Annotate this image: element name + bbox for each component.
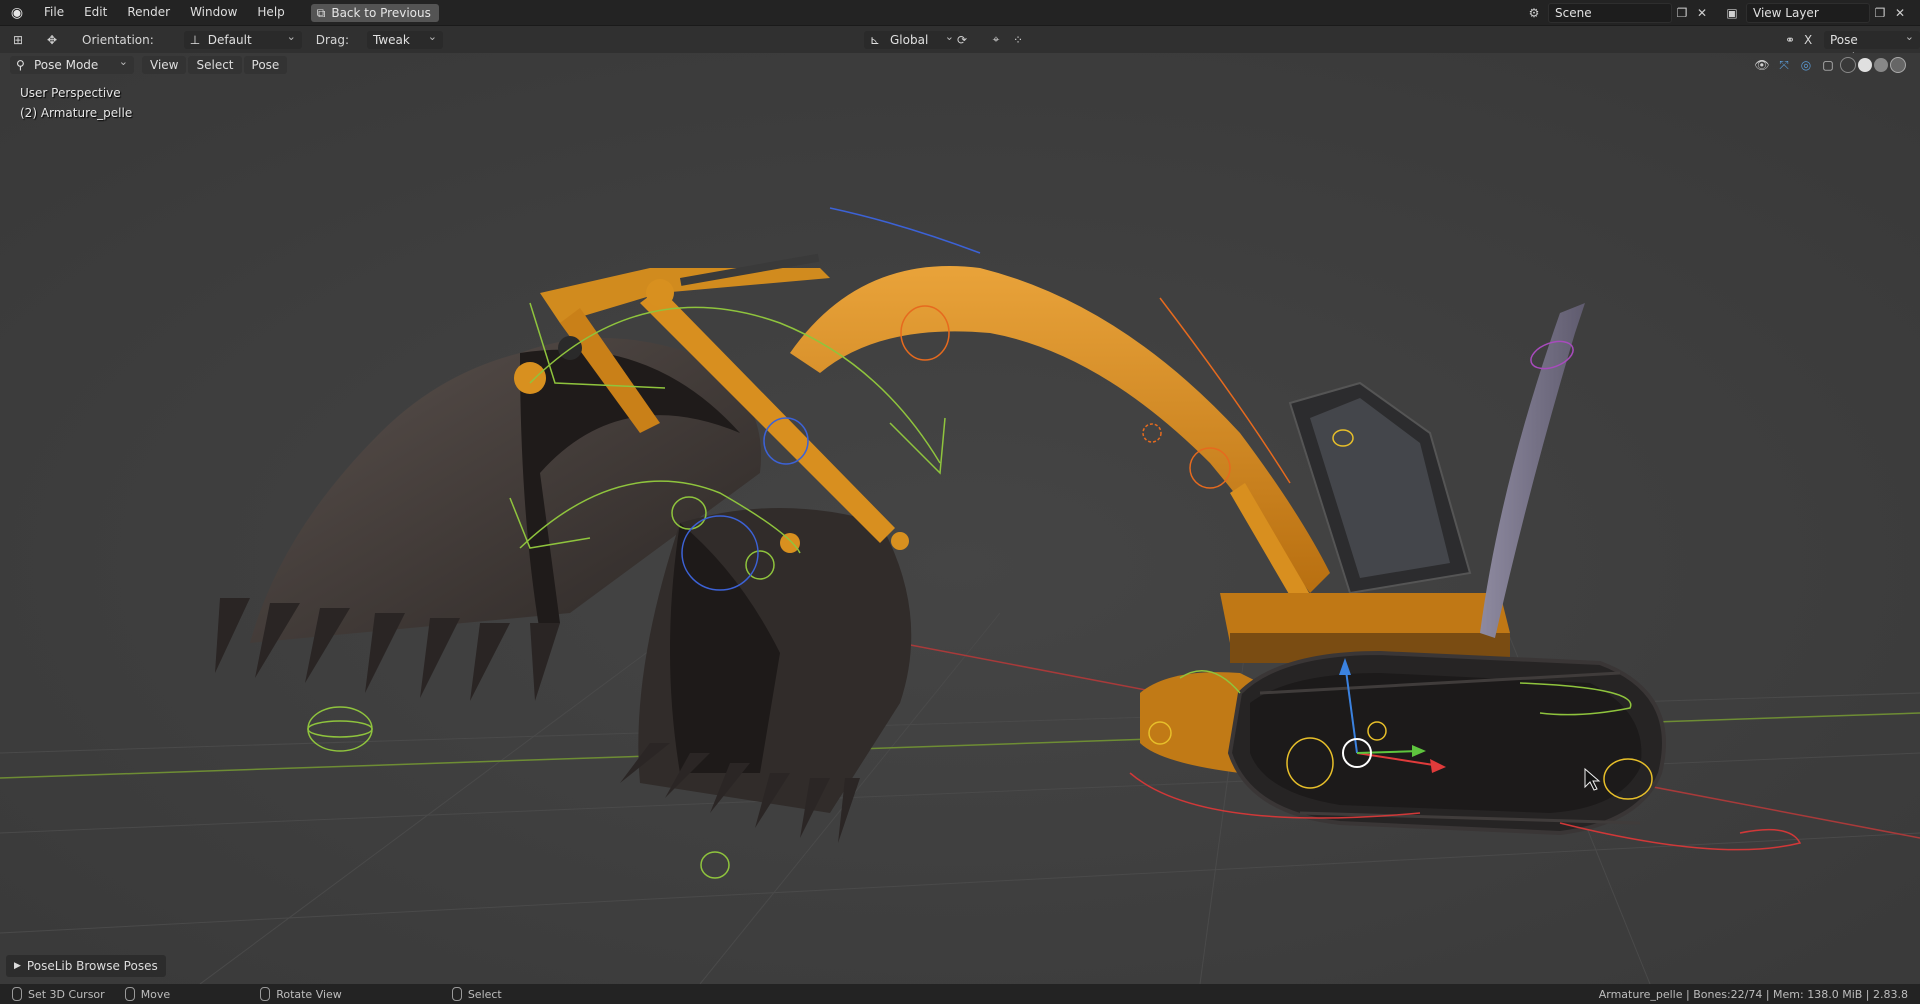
editor-type-icon[interactable]: ⊞ <box>8 31 28 49</box>
menu-render[interactable]: Render <box>117 0 180 25</box>
viewport-header: ⚲ Pose Mode View Select Pose 👁 ⤧ ◎ ▢ <box>0 53 1920 77</box>
orientation-dropdown[interactable]: ⊥ Default <box>183 28 302 49</box>
back-to-previous-label: Back to Previous <box>331 5 431 20</box>
gizmo-toggle-icon[interactable]: ⤧ <box>1774 56 1794 74</box>
viewport-shading-controls: 👁 ⤧ ◎ ▢ <box>1752 56 1906 74</box>
pose-mode-icon: ⚲ <box>16 58 25 72</box>
drag-dropdown[interactable]: Tweak <box>366 28 443 49</box>
scene-icon[interactable]: ⚙ <box>1524 4 1544 22</box>
expand-arrow-icon: ▶ <box>14 961 21 971</box>
transform-space-dropdown[interactable]: ⊾ Global <box>864 28 960 49</box>
move-tool-icon[interactable]: ✥ <box>42 31 62 49</box>
drag-mouse-icon <box>124 987 135 1001</box>
status-set-cursor: Set 3D Cursor <box>12 987 105 1001</box>
orientation-icon: ⊥ <box>189 32 201 47</box>
menu-edit[interactable]: Edit <box>74 0 117 25</box>
mode-dropdown[interactable]: ⚲ Pose Mode <box>10 53 134 74</box>
viewport-background <box>0 53 1920 984</box>
snap-icon[interactable]: ⌖ <box>986 31 1006 49</box>
xray-toggle-icon[interactable]: ▢ <box>1818 56 1838 74</box>
menu-help[interactable]: Help <box>247 0 294 25</box>
back-icon: ⧉ <box>316 5 326 20</box>
view-layer-icon[interactable]: ▣ <box>1722 4 1742 22</box>
snap-target-icon[interactable]: ⁘ <box>1008 31 1028 49</box>
transform-space-value: Global <box>890 32 929 47</box>
pose-options-dropdown[interactable]: Pose Options <box>1824 28 1920 65</box>
status-rotate-label: Rotate View <box>276 987 342 1001</box>
poselib-label: PoseLib Browse Poses <box>26 959 158 973</box>
middle-mouse-icon <box>260 987 271 1001</box>
view-menu[interactable]: View <box>142 56 187 74</box>
orientation-value: Default <box>207 32 252 47</box>
blender-logo-icon[interactable]: ◉ <box>8 4 26 22</box>
tool-header: ⊞ ✥ Orientation: ⊥ Default Drag: Tweak ⊾… <box>0 26 1920 65</box>
menu-file[interactable]: File <box>34 0 74 25</box>
status-move: Move <box>124 987 171 1001</box>
orientation-label: Orientation: <box>82 32 154 47</box>
mirror-icon[interactable]: ⚭ <box>1780 31 1800 49</box>
back-to-previous-button[interactable]: ⧉ Back to Previous <box>310 3 439 22</box>
transform-space-icon: ⊾ <box>870 32 881 47</box>
status-rotate-view: Rotate View <box>260 987 342 1001</box>
mirror-x-label[interactable]: X <box>1804 33 1812 47</box>
rendered-shading-icon[interactable] <box>1890 57 1906 73</box>
pivot-icon[interactable]: ⟳ <box>952 31 972 49</box>
overlay-toggle-icon[interactable]: ◎ <box>1796 56 1816 74</box>
status-bar: Set 3D Cursor Move Rotate View Select Ar… <box>0 984 1920 1004</box>
new-scene-icon[interactable]: ❐ <box>1672 4 1692 22</box>
delete-scene-icon[interactable]: ✕ <box>1692 4 1712 22</box>
status-move-label: Move <box>140 987 171 1001</box>
status-set-cursor-label: Set 3D Cursor <box>28 987 105 1001</box>
scene-name-field[interactable]: Scene <box>1548 3 1672 23</box>
right-mouse-icon <box>451 987 462 1001</box>
drag-label: Drag: <box>315 32 349 47</box>
perspective-label: User Perspective <box>20 86 121 100</box>
new-view-layer-icon[interactable]: ❐ <box>1870 4 1890 22</box>
view-layer-selector: ▣ View Layer ❐ ✕ <box>1722 3 1910 23</box>
top-bar: ◉ File Edit Render Window Help ⧉ Back to… <box>0 0 1920 26</box>
menu-window[interactable]: Window <box>180 0 247 25</box>
scene-selector: ⚙ Scene ❐ ✕ <box>1524 3 1712 23</box>
poselib-panel[interactable]: ▶ PoseLib Browse Poses <box>6 955 166 977</box>
select-menu[interactable]: Select <box>188 56 242 74</box>
solid-shading-icon[interactable] <box>1858 58 1872 72</box>
viewport-scene[interactable] <box>0 53 1920 984</box>
view-layer-field[interactable]: View Layer <box>1746 3 1870 23</box>
wireframe-shading-icon[interactable] <box>1840 57 1856 73</box>
active-object-label: (2) Armature_pelle <box>20 106 133 120</box>
visibility-icon[interactable]: 👁 <box>1752 56 1772 74</box>
delete-view-layer-icon[interactable]: ✕ <box>1890 4 1910 22</box>
mode-value: Pose Mode <box>34 58 99 72</box>
pose-menu[interactable]: Pose <box>243 56 288 74</box>
status-select-label: Select <box>467 987 502 1001</box>
3d-viewport[interactable]: ⚲ Pose Mode View Select Pose 👁 ⤧ ◎ ▢ Use… <box>0 53 1920 984</box>
left-mouse-icon <box>12 987 22 1001</box>
status-info: Armature_pelle | Bones:22/74 | Mem: 138.… <box>1598 987 1908 1001</box>
status-select: Select <box>451 987 502 1001</box>
material-shading-icon[interactable] <box>1874 58 1888 72</box>
